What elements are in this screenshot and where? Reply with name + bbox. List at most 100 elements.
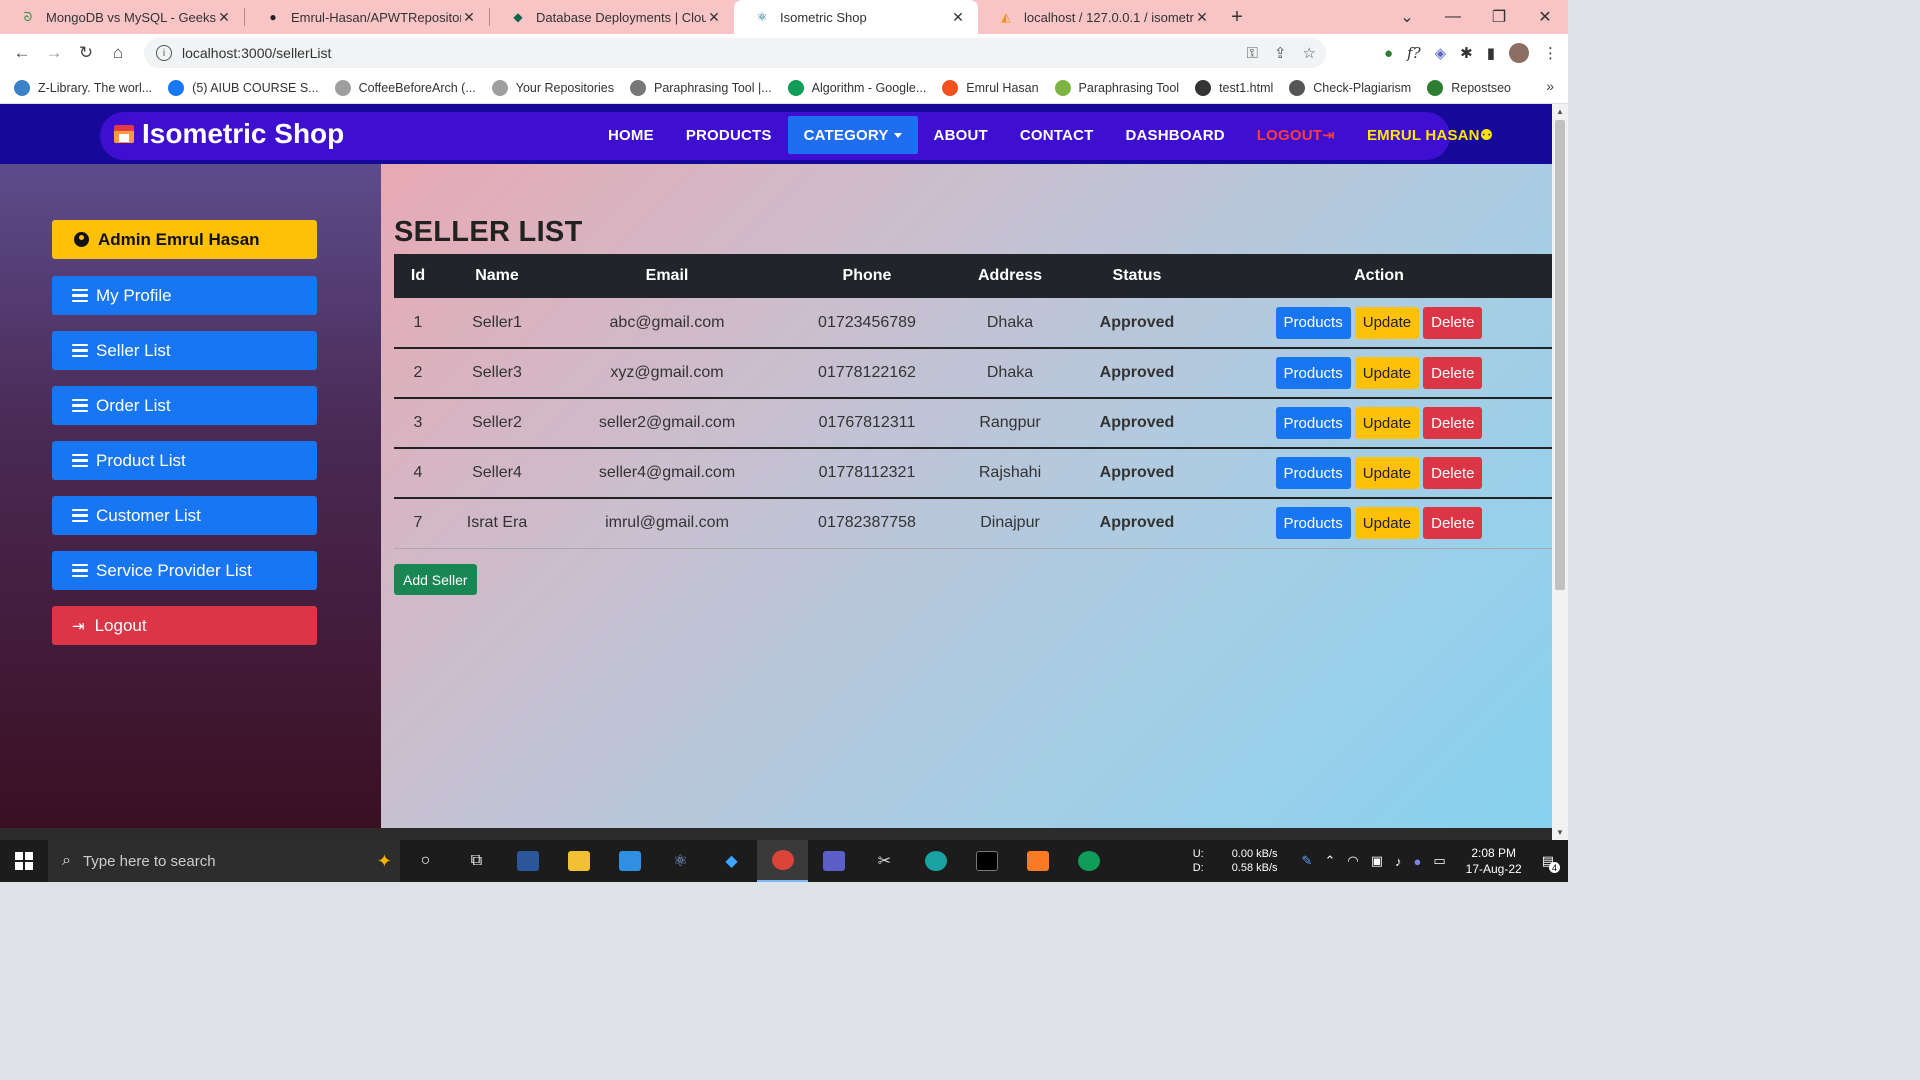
chrome-icon[interactable] xyxy=(757,840,808,882)
admin-profile-button[interactable]: Admin Emrul Hasan xyxy=(52,220,317,259)
bookmark-item[interactable]: Z-Library. The worl... xyxy=(14,79,152,96)
bookmark-item[interactable]: test1.html xyxy=(1195,79,1273,96)
notification-icon[interactable]: ▤ 4 xyxy=(1542,853,1560,873)
share-icon[interactable]: ⇪ xyxy=(1274,44,1287,62)
task-view-icon[interactable]: ⧉ xyxy=(451,840,502,882)
update-button[interactable]: Update xyxy=(1354,407,1420,439)
chrome-profile-icon[interactable] xyxy=(1063,840,1114,882)
nav-link-logout[interactable]: LOGOUT ⇥ xyxy=(1241,116,1351,154)
nav-link-home[interactable]: HOME xyxy=(592,116,670,154)
products-button[interactable]: Products xyxy=(1275,306,1351,339)
delete-button[interactable]: Delete xyxy=(1423,507,1483,540)
scroll-down-icon[interactable]: ▼ xyxy=(1556,828,1564,837)
sidebar-item-seller-list[interactable]: Seller List xyxy=(52,331,317,370)
tab-close-icon[interactable]: ✕ xyxy=(216,9,232,26)
add-seller-button[interactable]: Add Seller xyxy=(394,564,477,595)
browser-tab[interactable]: ᘐ MongoDB vs MySQL - GeeksforG✕ xyxy=(0,0,244,34)
delete-button[interactable]: Delete xyxy=(1423,457,1483,489)
bookmark-item[interactable]: Your Repositories xyxy=(491,79,614,96)
bookmark-item[interactable]: Algorithm - Google... xyxy=(787,79,926,96)
bookmark-item[interactable]: Repostseo xyxy=(1427,79,1511,96)
profile-avatar[interactable] xyxy=(1509,43,1529,63)
brand-logo[interactable]: Isometric Shop xyxy=(114,114,344,154)
teams-icon[interactable] xyxy=(808,840,859,882)
close-window-button[interactable]: ✕ xyxy=(1522,0,1568,34)
chevron-up-icon[interactable]: ⌃ xyxy=(1324,853,1335,869)
home-icon[interactable]: ⌂ xyxy=(102,37,134,69)
sidebar-item-product-list[interactable]: Product List xyxy=(52,441,317,480)
tab-close-icon[interactable]: ✕ xyxy=(461,9,477,26)
minimize-button[interactable]: — xyxy=(1430,0,1476,34)
nav-link-emrul-hasan[interactable]: EMRUL HASAN ⚉ xyxy=(1351,116,1509,154)
scroll-up-icon[interactable]: ▲ xyxy=(1556,107,1564,116)
mail-icon[interactable] xyxy=(604,840,655,882)
cortana-icon[interactable]: ○ xyxy=(400,840,451,882)
menu-kebab-icon[interactable]: ⋮ xyxy=(1543,44,1558,62)
tab-close-icon[interactable]: ✕ xyxy=(950,9,966,26)
sidebar-item-my-profile[interactable]: My Profile xyxy=(52,276,317,315)
update-button[interactable]: Update xyxy=(1354,357,1420,389)
reload-icon[interactable]: ↻ xyxy=(70,37,102,69)
products-button[interactable]: Products xyxy=(1275,457,1351,489)
restore-button[interactable]: ❐ xyxy=(1476,0,1522,34)
sidebar-logout-button[interactable]: ⇥ Logout xyxy=(52,606,317,645)
browser-tab[interactable]: ◭ localhost / 127.0.0.1 / isometric_ ✕ xyxy=(978,0,1222,34)
wifi-icon[interactable]: ◠ xyxy=(1347,853,1358,869)
products-button[interactable]: Products xyxy=(1275,357,1351,389)
site-info-icon[interactable]: i xyxy=(156,45,172,61)
browser-tab[interactable]: ◆ Database Deployments | Cloud: M✕ xyxy=(490,0,734,34)
browser-tab[interactable]: ⚛ Isometric Shop ✕ xyxy=(734,0,978,34)
update-button[interactable]: Update xyxy=(1354,457,1420,489)
nav-link-category[interactable]: CATEGORY xyxy=(787,116,918,154)
back-icon[interactable]: ← xyxy=(6,37,38,69)
vertical-scrollbar[interactable]: ▲ ▼ xyxy=(1552,104,1568,840)
bookmark-item[interactable]: Check-Plagiarism xyxy=(1289,79,1411,96)
battery-icon[interactable]: ▭ xyxy=(1433,853,1445,869)
tab-close-icon[interactable]: ✕ xyxy=(1194,9,1210,26)
bookmark-item[interactable]: (5) AIUB COURSE S... xyxy=(168,79,319,96)
update-button[interactable]: Update xyxy=(1354,507,1420,540)
products-button[interactable]: Products xyxy=(1275,407,1351,439)
react-devtools-icon[interactable]: ⚛ xyxy=(655,840,706,882)
file-explorer-icon[interactable] xyxy=(553,840,604,882)
nav-link-contact[interactable]: CONTACT xyxy=(1004,116,1110,154)
taskbar-search-box[interactable]: ⌕ Type here to search ✦ xyxy=(48,840,400,882)
sidebar-item-service-provider-list[interactable]: Service Provider List xyxy=(52,551,317,590)
bookmark-item[interactable]: CoffeeBeforeArch (... xyxy=(334,79,476,96)
nav-link-products[interactable]: PRODUCTS xyxy=(670,116,788,154)
bookmark-item[interactable]: Emrul Hasan xyxy=(942,79,1039,96)
extension-globe-icon[interactable]: ● xyxy=(1384,45,1393,62)
extension-shield-icon[interactable]: ◈ xyxy=(1435,44,1447,62)
delete-button[interactable]: Delete xyxy=(1423,407,1483,439)
side-panel-icon[interactable]: ▮ xyxy=(1487,44,1495,62)
scrollbar-thumb[interactable] xyxy=(1555,120,1565,590)
key-icon[interactable]: ⚿ xyxy=(1247,45,1258,62)
products-button[interactable]: Products xyxy=(1275,507,1351,540)
tab-close-icon[interactable]: ✕ xyxy=(706,9,722,26)
pen-icon[interactable]: ✎ xyxy=(1302,853,1313,869)
nav-link-about[interactable]: ABOUT xyxy=(918,116,1004,154)
bookmark-star-icon[interactable]: ☆ xyxy=(1303,44,1316,62)
word-icon[interactable] xyxy=(502,840,553,882)
bookmark-item[interactable]: Paraphrasing Tool xyxy=(1054,79,1179,96)
clock[interactable]: 2:08 PM 17-Aug-22 xyxy=(1466,845,1522,877)
nav-link-dashboard[interactable]: DASHBOARD xyxy=(1109,116,1240,154)
update-button[interactable]: Update xyxy=(1354,306,1420,339)
edge-icon[interactable] xyxy=(910,840,961,882)
terminal-icon[interactable] xyxy=(961,840,1012,882)
bookmarks-more-icon[interactable]: » xyxy=(1546,78,1554,94)
xampp-icon[interactable] xyxy=(1012,840,1063,882)
delete-button[interactable]: Delete xyxy=(1423,306,1483,339)
sidebar-item-customer-list[interactable]: Customer List xyxy=(52,496,317,535)
extension-formula-icon[interactable]: f? xyxy=(1407,44,1421,62)
volume-icon[interactable]: ♪ xyxy=(1395,854,1402,869)
browser-tab[interactable]: ● Emrul-Hasan/APWTRepository: A✕ xyxy=(245,0,489,34)
tab-search-icon[interactable]: ⌄ xyxy=(1384,0,1430,34)
teams-tray-icon[interactable]: ● xyxy=(1414,854,1422,869)
snipping-tool-icon[interactable]: ✂ xyxy=(859,840,910,882)
delete-button[interactable]: Delete xyxy=(1423,357,1483,389)
sidebar-item-order-list[interactable]: Order List xyxy=(52,386,317,425)
forward-icon[interactable]: → xyxy=(38,37,70,69)
meet-now-icon[interactable]: ▣ xyxy=(1371,853,1383,869)
address-bar[interactable]: i localhost:3000/sellerList ⚿ ⇪ ☆ xyxy=(144,38,1326,68)
